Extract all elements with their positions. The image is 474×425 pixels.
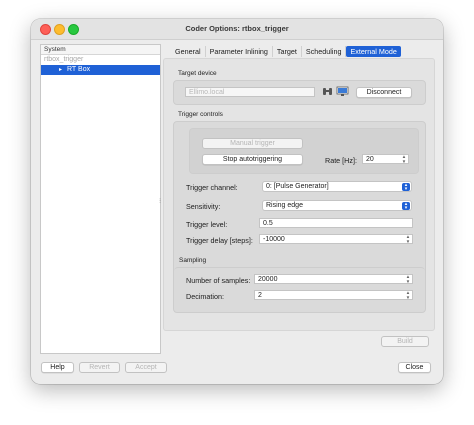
tree-header: System xyxy=(41,45,160,55)
trigger-buttons-box: Manual trigger Stop autotriggering Rate … xyxy=(189,128,419,174)
target-device-label: Target device xyxy=(178,70,217,77)
manual-trigger-button[interactable]: Manual trigger xyxy=(202,138,303,149)
decimation-label: Decimation: xyxy=(186,292,224,301)
sensitivity-label: Sensitivity: xyxy=(186,202,221,211)
target-device-group: Ellimo.local Disconnect xyxy=(173,80,426,105)
tab-bar: General Parameter Inlining Target Schedu… xyxy=(171,46,401,57)
title-bar: Coder Options: rtbox_trigger xyxy=(31,19,443,40)
trigger-channel-label: Trigger channel: xyxy=(186,183,238,192)
trigger-channel-value: 0: [Pulse Generator] xyxy=(266,183,329,190)
close-button[interactable]: Close xyxy=(398,362,431,373)
tree-item-rt-box[interactable]: ▸ RT Box xyxy=(41,65,160,75)
trigger-delay-input[interactable]: -10000 ▲ ▼ xyxy=(259,234,413,244)
monitor-icon[interactable] xyxy=(336,86,349,97)
rate-label: Rate [Hz]: xyxy=(325,156,357,165)
trigger-level-label: Trigger level: xyxy=(186,220,228,229)
updown-chevron-icon: ▴ ▾ xyxy=(402,202,410,211)
build-button[interactable]: Build xyxy=(381,336,429,347)
decimation-input[interactable]: 2 ▲ ▼ xyxy=(254,290,413,300)
tab-parameter-inlining[interactable]: Parameter Inlining xyxy=(206,46,273,57)
rate-input[interactable]: 20 ▲ ▼ xyxy=(362,154,409,164)
tab-scheduling[interactable]: Scheduling xyxy=(302,46,347,57)
tree-item-rtbox-trigger[interactable]: rtbox_trigger xyxy=(41,55,160,65)
decimation-stepper-icon[interactable]: ▲ ▼ xyxy=(405,290,411,300)
trigger-level-input[interactable]: 0.5 xyxy=(259,218,413,228)
tab-external-mode[interactable]: External Mode xyxy=(346,46,401,57)
samples-stepper-icon[interactable]: ▲ ▼ xyxy=(405,274,411,284)
trigger-delay-label: Trigger delay [steps]: xyxy=(186,236,253,245)
accept-button[interactable]: Accept xyxy=(125,362,167,373)
help-button[interactable]: Help xyxy=(41,362,74,373)
sampling-group: Number of samples: 20000 ▲ ▼ Decimation: … xyxy=(174,267,425,312)
sampling-label: Sampling xyxy=(179,257,207,264)
binoculars-icon[interactable] xyxy=(321,86,334,97)
samples-value: 20000 xyxy=(258,276,278,283)
tree-item-label: RT Box xyxy=(67,66,91,73)
samples-input[interactable]: 20000 ▲ ▼ xyxy=(254,274,413,284)
system-tree: System rtbox_trigger ▸ RT Box xyxy=(40,44,161,354)
disconnect-button[interactable]: Disconnect xyxy=(356,87,412,98)
external-mode-panel: Target device Ellimo.local Disconnect Tr… xyxy=(163,58,435,331)
tree-expand-icon: ▸ xyxy=(59,67,63,73)
tab-general[interactable]: General xyxy=(171,46,206,57)
window-title: Coder Options: rtbox_trigger xyxy=(185,24,289,33)
stop-autotriggering-button[interactable]: Stop autotriggering xyxy=(202,154,303,165)
tab-target[interactable]: Target xyxy=(273,46,302,57)
sensitivity-value: Rising edge xyxy=(266,202,303,209)
trigger-controls-group: Manual trigger Stop autotriggering Rate … xyxy=(173,121,426,313)
trigger-channel-select[interactable]: 0: [Pulse Generator] ▴ ▾ xyxy=(262,181,412,192)
rate-value: 20 xyxy=(366,156,374,163)
updown-chevron-icon: ▴ ▾ xyxy=(402,183,410,192)
rate-stepper-icon[interactable]: ▲ ▼ xyxy=(401,154,407,164)
trigger-delay-value: -10000 xyxy=(263,236,285,243)
decimation-value: 2 xyxy=(258,292,262,299)
sensitivity-select[interactable]: Rising edge ▴ ▾ xyxy=(262,200,412,211)
revert-button[interactable]: Revert xyxy=(79,362,120,373)
trigger-delay-stepper-icon[interactable]: ▲ ▼ xyxy=(405,234,411,244)
samples-label: Number of samples: xyxy=(186,276,251,285)
splitter-handle[interactable]: ⁝ xyxy=(159,197,161,205)
device-address-input[interactable]: Ellimo.local xyxy=(185,87,315,97)
trigger-controls-label: Trigger controls xyxy=(178,111,223,118)
coder-options-window: Coder Options: rtbox_trigger System rtbo… xyxy=(31,19,443,384)
